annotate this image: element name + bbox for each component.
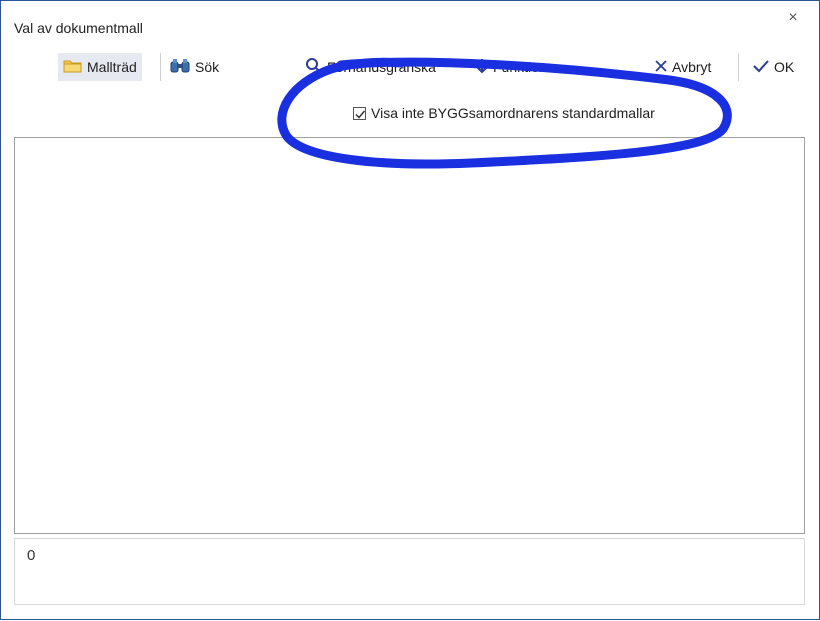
magnifier-icon [305,57,323,78]
toolbar-separator [160,53,161,81]
dialog-title: Val av dokumentmall [14,20,143,36]
ok-label: OK [774,59,795,75]
forhandsgranska-button[interactable]: Förhandsgranska [305,53,436,81]
forhandsgranska-label: Förhandsgranska [327,59,436,75]
malltrad-label: Mallträd [87,59,137,75]
x-icon [654,59,668,76]
arrow-down-icon [475,58,489,77]
hide-standard-templates-label: Visa inte BYGGsamordnarens standardmalla… [371,105,655,121]
item-count: 0 [27,547,36,564]
checkmark-icon [752,59,770,76]
hide-standard-templates-option[interactable]: Visa inte BYGGsamordnarens standardmalla… [353,105,655,121]
dialog-window: Val av dokumentmall × Mallträd Sök Förha… [0,0,820,620]
template-list[interactable] [14,137,805,534]
funktioner-button[interactable]: Funktioner [475,53,559,81]
toolbar-separator [738,53,739,81]
status-panel: 0 [14,538,805,605]
checkbox-check-icon [355,110,366,119]
sok-button[interactable]: Sök [169,53,219,81]
close-button[interactable]: × [784,9,802,27]
hide-standard-templates-checkbox[interactable] [353,106,366,120]
ok-button[interactable]: OK [752,53,794,81]
folder-icon [63,58,83,77]
binoculars-icon [169,57,191,78]
malltrad-button[interactable]: Mallträd [58,53,142,81]
sok-label: Sök [195,59,220,75]
avbryt-label: Avbryt [672,59,712,75]
funktioner-label: Funktioner [493,59,560,75]
avbryt-button[interactable]: Avbryt [654,53,711,81]
